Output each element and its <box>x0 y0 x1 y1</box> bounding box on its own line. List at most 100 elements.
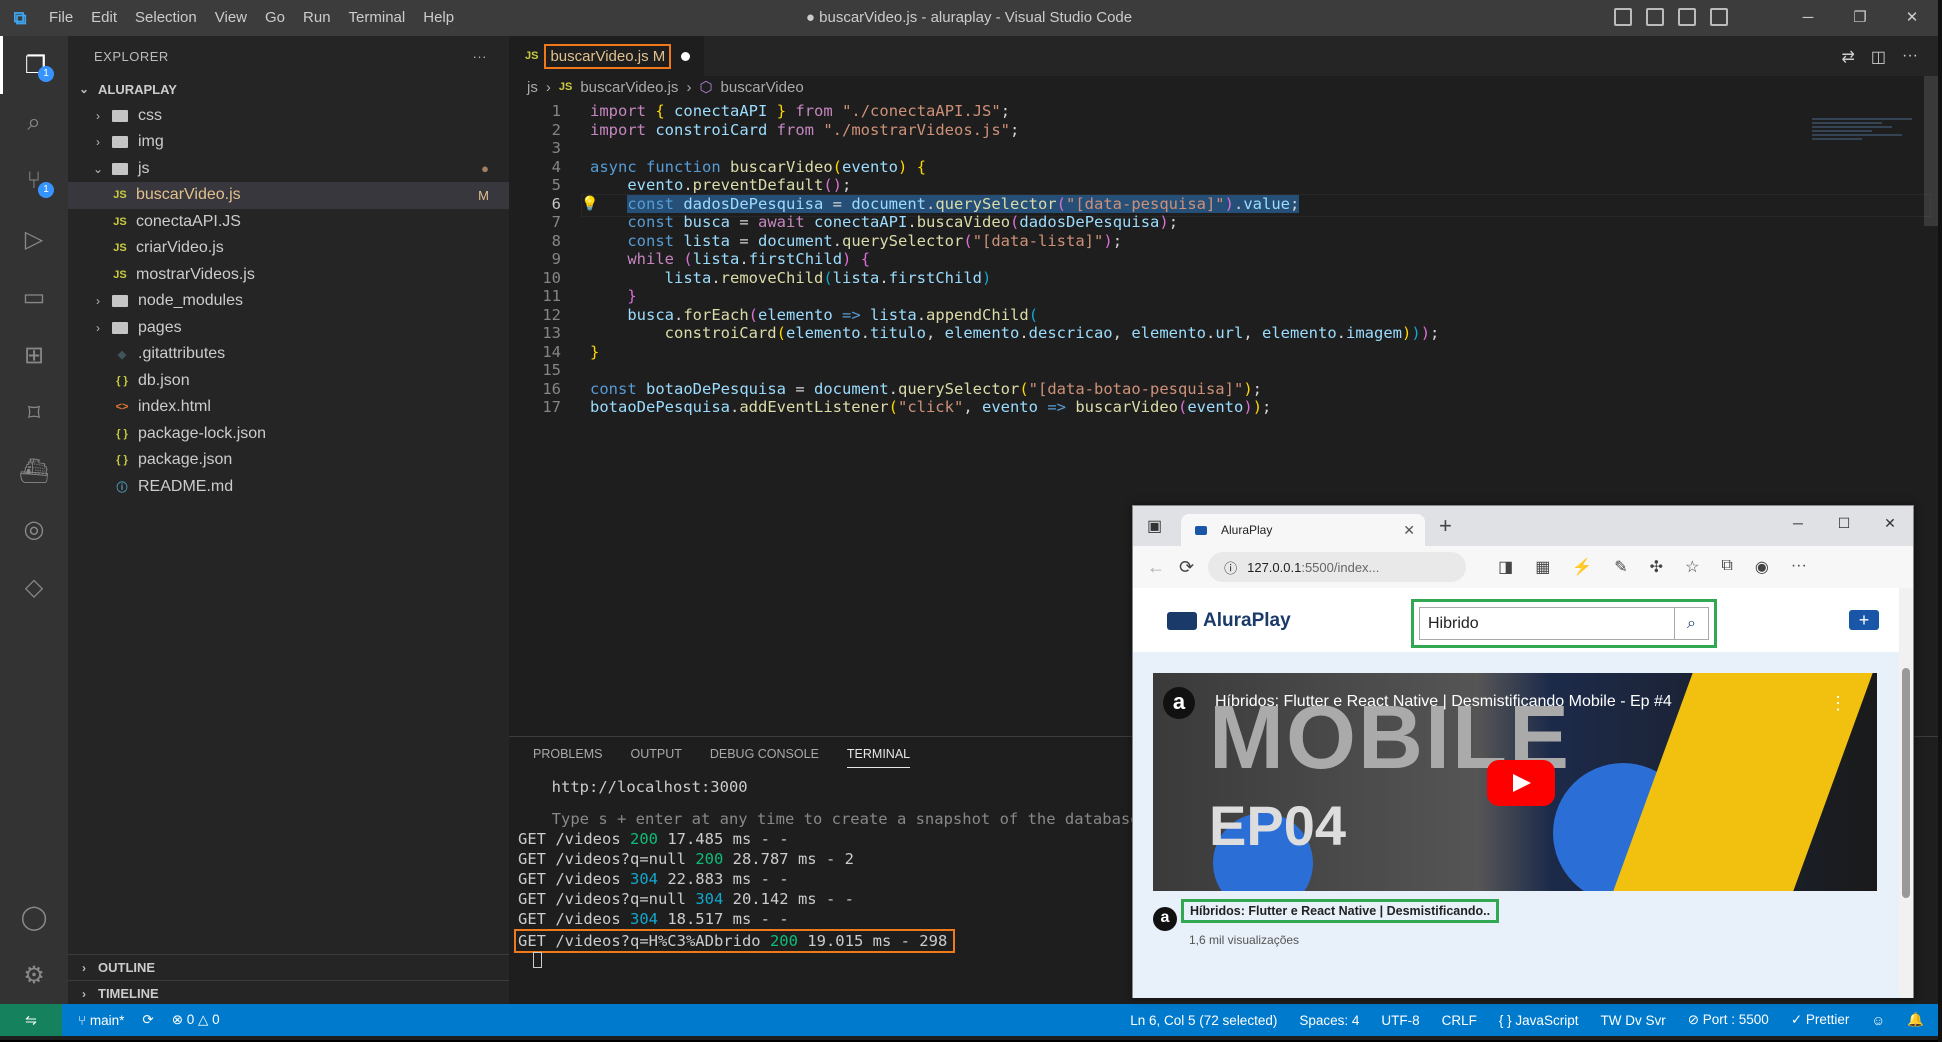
back-icon[interactable]: ← <box>1147 557 1165 578</box>
sync-icon[interactable]: ⟳ <box>142 1012 153 1028</box>
video-overlay-title[interactable]: Híbridos: Flutter e React Native | Desmi… <box>1215 693 1672 711</box>
toggle-panel-icon[interactable] <box>1646 8 1664 26</box>
reload-icon[interactable]: ⟳ <box>1179 557 1194 578</box>
extensions-puzzle-icon[interactable]: ✣ <box>1650 557 1663 577</box>
tree-item-buscarvideo-js[interactable]: JS buscarVideo.js M <box>68 182 509 209</box>
search-input[interactable]: Hibrido ⌕ <box>1419 607 1709 640</box>
aluraplay-logo[interactable]: AluraPlay <box>1167 610 1291 632</box>
menu-terminal[interactable]: Terminal <box>340 0 415 36</box>
browser-minimize-button[interactable]: ─ <box>1775 506 1821 540</box>
indentation[interactable]: Spaces: 4 <box>1299 1013 1359 1028</box>
video-embed[interactable]: MOBILE EP04 a Híbridos: Flutter e React … <box>1153 673 1877 891</box>
browser-maximize-button[interactable]: ☐ <box>1821 506 1867 540</box>
more-actions-icon[interactable]: ··· <box>1902 47 1918 67</box>
menu-edit[interactable]: Edit <box>82 0 126 36</box>
timeline-section[interactable]: › TIMELINE <box>68 980 509 1006</box>
encoding[interactable]: UTF-8 <box>1381 1013 1419 1028</box>
close-button[interactable]: ✕ <box>1886 0 1938 36</box>
editor-scrollbar[interactable] <box>1924 76 1938 226</box>
minimap[interactable] <box>1812 118 1912 158</box>
unsaved-dot-icon[interactable] <box>681 51 691 61</box>
video-card-title[interactable]: Híbridos: Flutter e React Native | Desmi… <box>1181 899 1500 923</box>
tab-problems[interactable]: PROBLEMS <box>533 747 602 761</box>
address-bar[interactable]: ⓘ 127.0.0.1:5500/index... <box>1208 552 1467 582</box>
tree-item-js[interactable]: ⌄ js ● <box>68 156 509 183</box>
new-tab-icon[interactable]: + <box>1439 513 1452 539</box>
tree-item-mostrarvideos-js[interactable]: JS mostrarVideos.js <box>68 262 509 289</box>
settings-gear-icon[interactable]: ⚙ <box>0 946 68 1004</box>
open-changes-icon[interactable]: ⇄ <box>1841 47 1854 67</box>
qr-icon[interactable]: ▦ <box>1535 557 1550 577</box>
tree-item-criarvideo-js[interactable]: JS criarVideo.js <box>68 235 509 262</box>
tree-item-index-html[interactable]: <> index.html <box>68 394 509 421</box>
toggle-sidebar-icon[interactable] <box>1614 8 1632 26</box>
tab-actions-icon[interactable]: ▣ <box>1147 516 1162 536</box>
breadcrumb-folder[interactable]: js <box>527 79 538 96</box>
docker-icon[interactable]: ⛴ <box>0 442 68 500</box>
bookmarks-icon[interactable]: ⌑ <box>0 384 68 442</box>
menu-go[interactable]: Go <box>256 0 294 36</box>
restore-button[interactable]: ❐ <box>1834 0 1886 36</box>
tree-item-db-json[interactable]: { } db.json <box>68 368 509 395</box>
accounts-icon[interactable]: ◯ <box>0 888 68 946</box>
end-of-line[interactable]: CRLF <box>1442 1013 1477 1028</box>
toggle-secondary-sidebar-icon[interactable] <box>1678 8 1696 26</box>
git-graph-icon[interactable]: ◇ <box>0 558 68 616</box>
tab-output[interactable]: OUTPUT <box>630 747 681 761</box>
eyedropper-icon[interactable]: ✎ <box>1614 557 1627 577</box>
live-server-port[interactable]: ⊘ Port : 5500 <box>1688 1012 1769 1028</box>
remote-explorer-icon[interactable]: ▭ <box>0 268 68 326</box>
youtube-play-icon[interactable] <box>1487 760 1555 806</box>
menu-run[interactable]: Run <box>294 0 340 36</box>
menu-view[interactable]: View <box>206 0 256 36</box>
language-mode[interactable]: { } JavaScript <box>1499 1013 1579 1028</box>
workspace-root[interactable]: ⌄ ALURAPLAY <box>68 76 509 103</box>
split-editor-icon[interactable]: ◫ <box>1871 47 1886 67</box>
favorites-icon[interactable]: ☆ <box>1685 557 1699 577</box>
outline-section[interactable]: › OUTLINE <box>68 954 509 980</box>
notifications-icon[interactable]: 🔔 <box>1907 1012 1924 1028</box>
browser-close-button[interactable]: ✕ <box>1867 506 1913 540</box>
cursor-position[interactable]: Ln 6, Col 5 (72 selected) <box>1130 1013 1277 1028</box>
tree-item-readme-md[interactable]: ⓘ README.md <box>68 474 509 501</box>
tree-item-css[interactable]: › css <box>68 103 509 130</box>
tree-item-gitattributes[interactable]: ◆ .gitattributes <box>68 341 509 368</box>
collections-icon[interactable]: ⧉ <box>1721 557 1732 577</box>
branch-indicator[interactable]: ⑂ main* <box>78 1013 124 1028</box>
explorer-more-icon[interactable]: ··· <box>473 49 488 64</box>
tw-dev-server[interactable]: TW Dv Svr <box>1600 1013 1665 1028</box>
site-info-icon[interactable]: ⓘ <box>1224 558 1237 577</box>
run-debug-icon[interactable]: ▷ <box>0 210 68 268</box>
tab-buscarvideo[interactable]: JS buscarVideo.js M <box>509 36 705 76</box>
tab-terminal[interactable]: TERMINAL <box>846 747 911 768</box>
menu-file[interactable]: File <box>40 0 82 36</box>
feedback-icon[interactable]: ☺ <box>1871 1013 1885 1028</box>
browser-scrollbar[interactable] <box>1899 588 1913 998</box>
browser-menu-icon[interactable]: ··· <box>1791 557 1807 577</box>
customize-layout-icon[interactable] <box>1710 8 1728 26</box>
tree-item-conectaapi-js[interactable]: JS conectaAPI.JS <box>68 209 509 236</box>
source-control-icon[interactable]: ⑂ 1 <box>0 152 68 210</box>
live-share-icon[interactable]: ◎ <box>0 500 68 558</box>
breadcrumb-symbol[interactable]: buscarVideo <box>721 79 804 96</box>
bolt-extension-icon[interactable]: ⚡ <box>1572 557 1592 577</box>
tree-item-node-modules[interactable]: › node_modules <box>68 288 509 315</box>
extension-icon[interactable]: ◨ <box>1498 557 1513 577</box>
add-video-button[interactable]: + <box>1849 610 1879 630</box>
tree-item-img[interactable]: › img <box>68 129 509 156</box>
terminal[interactable]: http://localhost:3000 Type s + enter at … <box>514 777 1140 969</box>
remote-indicator-icon[interactable]: ⇋ <box>0 1004 62 1036</box>
extensions-icon[interactable]: ⊞ <box>0 326 68 384</box>
breadcrumb-file[interactable]: buscarVideo.js <box>580 79 678 96</box>
tree-item-package-json[interactable]: { } package.json <box>68 447 509 474</box>
close-tab-icon[interactable]: ✕ <box>1403 522 1415 539</box>
minimize-button[interactable]: ─ <box>1782 0 1834 36</box>
menu-selection[interactable]: Selection <box>126 0 206 36</box>
tree-item-pages[interactable]: › pages <box>68 315 509 342</box>
browser-tab[interactable]: AluraPlay ✕ <box>1181 514 1425 546</box>
tab-debug-console[interactable]: DEBUG CONSOLE <box>710 747 819 761</box>
menu-help[interactable]: Help <box>414 0 463 36</box>
search-button[interactable]: ⌕ <box>1674 608 1708 639</box>
profile-avatar[interactable]: ◉ <box>1755 557 1769 577</box>
tree-item-package-lock-json[interactable]: { } package-lock.json <box>68 421 509 448</box>
